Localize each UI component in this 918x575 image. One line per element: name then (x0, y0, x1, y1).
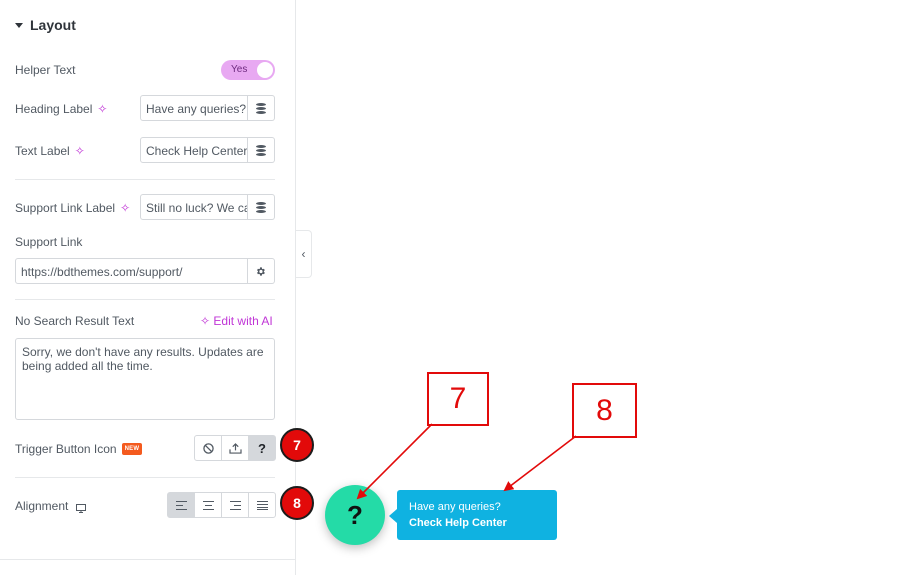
section-header-layout[interactable]: Layout (15, 17, 76, 33)
ai-sparkle-icon[interactable]: ✧ (75, 145, 85, 157)
tooltip-arrow (389, 509, 397, 523)
link-options-button[interactable] (247, 258, 275, 284)
helper-text-toggle[interactable]: Yes (221, 60, 275, 80)
tooltip-heading: Have any queries? (409, 501, 501, 513)
question-icon: ? (347, 499, 363, 530)
text-label-row: Text Label ✧ (15, 144, 85, 158)
alignment-label: Alignment (15, 499, 87, 513)
help-trigger-button[interactable]: ? (325, 485, 385, 545)
desktop-icon[interactable] (76, 502, 87, 513)
heading-label-row: Heading Label ✧ (15, 102, 108, 116)
align-right-button[interactable] (221, 492, 249, 518)
settings-panel: Layout Helper Text Yes Heading Label ✧ H… (0, 0, 296, 575)
ai-sparkle-icon: ✧ (200, 314, 214, 328)
support-link-input[interactable]: https://bdthemes.com/support/ (15, 258, 248, 284)
trigger-button-icon-label: Trigger Button Icon NEW (15, 442, 143, 456)
database-icon (255, 102, 266, 114)
align-justify-button[interactable] (248, 492, 276, 518)
annotation-arrow-8 (503, 435, 577, 492)
ban-icon (202, 442, 214, 454)
database-icon (255, 201, 266, 213)
edit-with-ai-link[interactable]: ✧ Edit with AI (200, 314, 273, 328)
text-label-input[interactable]: Check Help Center (140, 137, 248, 163)
divider (15, 299, 275, 300)
alignment-choices (167, 492, 276, 518)
dynamic-tags-button[interactable] (247, 95, 275, 121)
toggle-knob (257, 62, 273, 78)
annotation-arrow-7 (356, 423, 433, 500)
support-link-label: Support Link (15, 235, 83, 249)
annotation-callout-7: 7 (427, 372, 489, 426)
collapse-panel-button[interactable]: ‹ (296, 230, 312, 278)
divider (15, 179, 275, 180)
database-icon (255, 144, 266, 156)
toggle-value: Yes (231, 64, 248, 75)
dynamic-tags-button[interactable] (247, 137, 275, 163)
gear-icon (257, 266, 265, 276)
no-search-result-label: No Search Result Text (15, 314, 135, 328)
helper-text-label: Helper Text (15, 63, 76, 77)
align-right-icon (229, 500, 241, 510)
section-title: Layout (30, 17, 76, 33)
align-center-button[interactable] (194, 492, 222, 518)
align-left-icon (175, 500, 187, 510)
align-justify-icon (256, 500, 268, 510)
no-search-result-textarea[interactable]: Sorry, we don't have any results. Update… (15, 338, 275, 420)
divider (15, 477, 275, 478)
tooltip-text: Check Help Center (409, 517, 507, 529)
support-link-label-row: Support Link Label ✧ (15, 201, 131, 215)
upload-icon (228, 442, 242, 454)
dynamic-tags-button[interactable] (247, 194, 275, 220)
new-badge: NEW (121, 443, 143, 455)
help-tooltip[interactable]: Have any queries? Check Help Center (397, 490, 557, 540)
icon-none-button[interactable] (194, 435, 222, 461)
annotation-callout-8: 8 (572, 383, 637, 438)
heading-label-input[interactable]: Have any queries? (140, 95, 248, 121)
question-icon: ? (258, 440, 266, 456)
icon-upload-button[interactable] (221, 435, 249, 461)
chevron-left-icon: ‹ (301, 247, 306, 261)
caret-down-icon (15, 22, 23, 28)
annotation-badge-8: 8 (280, 486, 314, 520)
ai-sparkle-icon[interactable]: ✧ (120, 202, 130, 214)
icon-question-button[interactable]: ? (248, 435, 276, 461)
divider (0, 559, 296, 560)
trigger-icon-choices: ? (194, 435, 276, 461)
ai-sparkle-icon[interactable]: ✧ (97, 103, 107, 115)
annotation-badge-7: 7 (280, 428, 314, 462)
support-link-label-input[interactable]: Still no luck? We can help! (140, 194, 248, 220)
align-center-icon (202, 500, 214, 510)
align-left-button[interactable] (167, 492, 195, 518)
